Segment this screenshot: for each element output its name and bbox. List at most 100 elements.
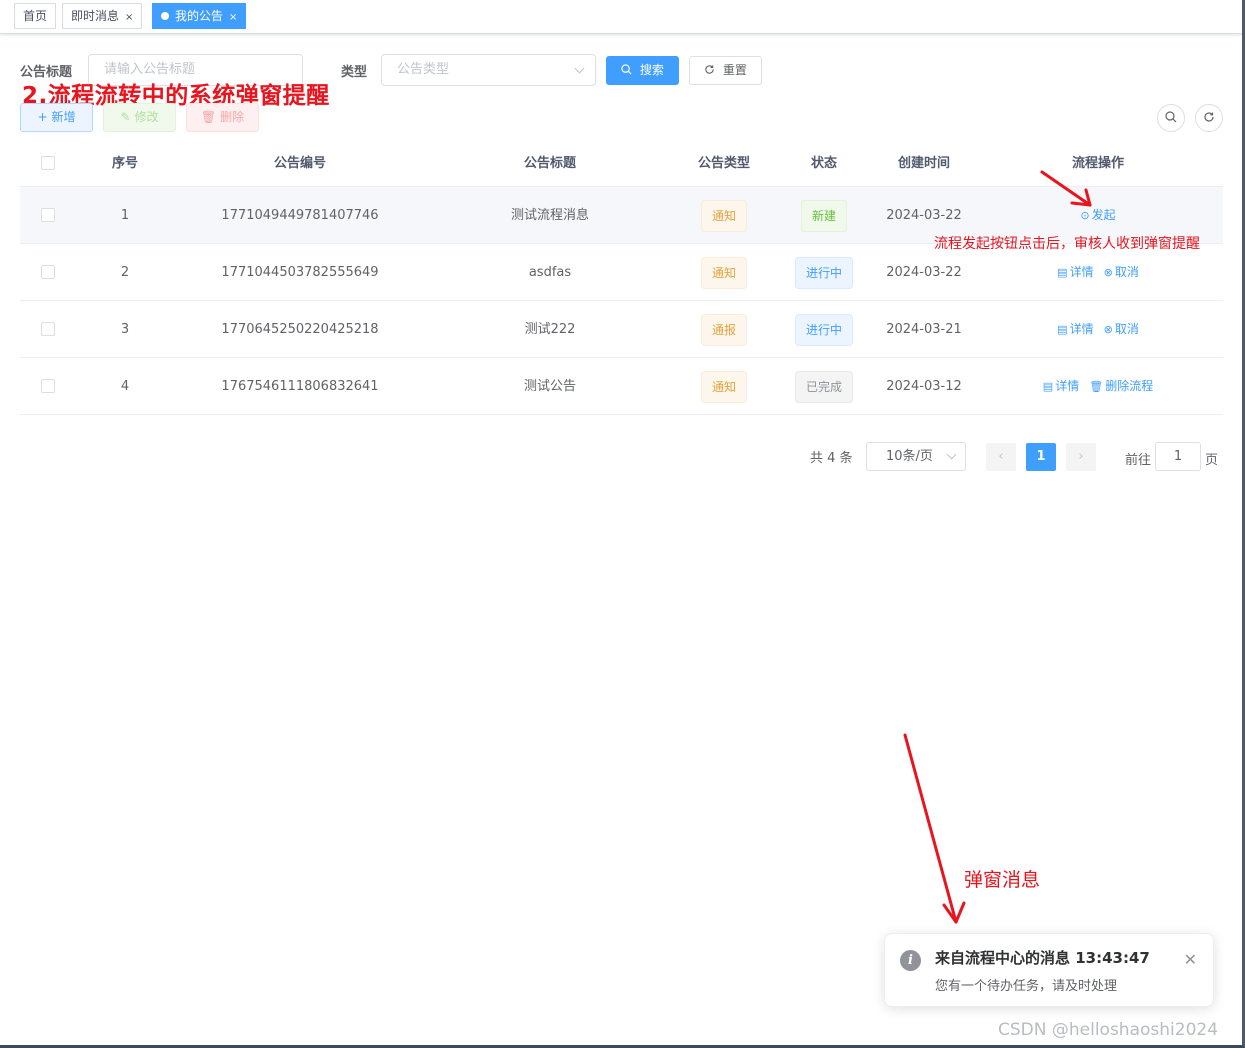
type-tag: 通知 (700, 199, 747, 232)
op-label: 详情 (1069, 322, 1094, 336)
delete-button[interactable]: 🗑 删除 (186, 103, 259, 132)
col-id: 公告编号 (273, 156, 326, 171)
search-icon (1165, 111, 1177, 125)
chevron-down-icon (946, 449, 957, 460)
status-badge: 进行中 (794, 313, 853, 346)
chevron-down-icon (574, 63, 585, 74)
search-button[interactable]: 搜索 (606, 56, 679, 85)
select-all-checkbox[interactable] (41, 156, 55, 170)
status-badge: 已完成 (794, 370, 853, 403)
notification-popup: i 来自流程中心的消息 13:43:47 您有一个待办任务，请及时处理 ✕ (884, 933, 1214, 1007)
page-size-select[interactable]: 10条/页 (866, 442, 966, 471)
prev-page-button[interactable]: ‹ (986, 443, 1016, 471)
play-circle-icon: ⊙ (1080, 209, 1090, 222)
cell-title: 测试流程消息 (510, 208, 589, 223)
notification-message: 您有一个待办任务，请及时处理 (935, 979, 1118, 994)
op-label: 详情 (1055, 379, 1080, 393)
row-checkbox[interactable] (41, 208, 55, 222)
col-created: 创建时间 (897, 156, 950, 171)
tag-label: 首页 (23, 9, 48, 23)
toggle-search-button[interactable] (1157, 104, 1185, 132)
cancel-link[interactable]: ⊗ 取消 (1104, 322, 1139, 336)
table-row: 3 1770645250220425218 测试222 通报 进行中 2024-… (20, 301, 1223, 358)
cell-created: 2024-03-12 (886, 379, 962, 394)
type-tag: 通知 (700, 370, 747, 403)
delete-flow-link[interactable]: 🗑 删除流程 (1089, 379, 1153, 393)
cell-index: 4 (120, 379, 130, 394)
cancel-circle-icon: ⊗ (1103, 323, 1113, 336)
op-label: 删除流程 (1105, 379, 1154, 393)
type-tag: 通报 (700, 313, 747, 346)
goto-page-input[interactable]: 1 (1155, 442, 1201, 471)
search-icon (621, 63, 636, 77)
page-number[interactable]: 1 (1026, 443, 1056, 471)
page: 首页 即时消息 × 我的公告 × 公告标题 请输入公告标题 类型 公告类型 搜索 重… (0, 0, 1245, 1048)
cell-type: 通知 (674, 358, 774, 415)
cell-actions: ▤ 详情 🗑 删除流程 (998, 358, 1198, 415)
announcement-table: 序号 公告编号 公告标题 公告类型 状态 创建时间 流程操作 1 1771049… (20, 140, 1223, 415)
reset-button[interactable]: 重置 (689, 56, 762, 85)
tag-instant-messages[interactable]: 即时消息 × (62, 3, 143, 30)
tag-my-announcements[interactable]: 我的公告 × (152, 3, 247, 30)
cell-index: 3 (120, 322, 130, 337)
cell-actions: ▤ 详情 ⊗ 取消 (998, 301, 1198, 358)
add-button-label: 新增 (51, 110, 76, 124)
arrow-to-notification (903, 733, 966, 924)
annotation-popup-note: 弹窗消息 (964, 869, 1041, 891)
cell-title: 测试公告 (523, 379, 576, 394)
page-size-value: 10条/页 (886, 449, 933, 464)
trash-icon: 🗑 (1089, 380, 1104, 393)
col-type: 公告类型 (697, 156, 750, 171)
detail-link[interactable]: ▤ 详情 (1057, 265, 1093, 279)
detail-link[interactable]: ▤ 详情 (1057, 322, 1093, 336)
document-icon: ▤ (1057, 266, 1068, 279)
cell-index: 1 (120, 208, 130, 223)
cell-id: 1771044503782555649 (221, 265, 379, 280)
active-dot-icon (161, 12, 169, 20)
op-label: 取消 (1114, 265, 1139, 279)
trash-icon: 🗑 (200, 110, 217, 124)
type-select[interactable]: 公告类型 (381, 54, 596, 86)
close-icon[interactable]: × (229, 6, 237, 30)
edit-button[interactable]: ✎ 修改 (103, 103, 176, 132)
refresh-icon (704, 63, 719, 77)
tag-home[interactable]: 首页 (14, 3, 57, 29)
document-icon: ▤ (1042, 380, 1054, 393)
tag-label: 我的公告 (175, 9, 224, 23)
tag-label: 即时消息 (71, 9, 120, 23)
next-page-button[interactable]: › (1066, 443, 1096, 471)
close-icon[interactable]: ✕ (1184, 950, 1197, 969)
cell-index: 2 (120, 265, 130, 280)
cell-type: 通知 (674, 244, 774, 301)
add-button[interactable]: + 新增 (20, 103, 93, 132)
type-field-label: 类型 (341, 65, 368, 80)
detail-link[interactable]: ▤ 详情 (1043, 379, 1079, 393)
close-icon[interactable]: × (125, 6, 133, 30)
table-row: 4 1767546111806832641 测试公告 通知 已完成 2024-0… (20, 358, 1223, 415)
cell-id: 1767546111806832641 (221, 379, 379, 394)
col-index: 序号 (111, 156, 138, 171)
op-label: 发起 (1091, 208, 1116, 222)
col-status: 状态 (810, 156, 837, 171)
search-button-label: 搜索 (639, 63, 664, 77)
cancel-link[interactable]: ⊗ 取消 (1104, 265, 1139, 279)
delete-button-label: 删除 (220, 110, 245, 124)
start-flow-link[interactable]: ⊙ 发起 (1080, 208, 1115, 222)
chevron-right-icon: › (1078, 449, 1084, 464)
pagination-total: 共 4 条 (810, 451, 853, 466)
table-header: 序号 公告编号 公告标题 公告类型 状态 创建时间 流程操作 (20, 140, 1223, 187)
goto-label: 前往 (1125, 453, 1152, 468)
cancel-circle-icon: ⊗ (1103, 266, 1113, 279)
notification-title: 来自流程中心的消息 13:43:47 (935, 949, 1150, 967)
refresh-icon (1203, 111, 1215, 125)
cell-created: 2024-03-21 (886, 322, 962, 337)
row-checkbox[interactable] (41, 265, 55, 279)
row-checkbox[interactable] (41, 322, 55, 336)
row-checkbox[interactable] (41, 379, 55, 393)
status-badge: 进行中 (794, 256, 853, 289)
cell-status: 新建 (774, 187, 874, 244)
col-actions: 流程操作 (1071, 156, 1124, 171)
refresh-table-button[interactable] (1195, 104, 1223, 132)
cell-id: 1770645250220425218 (221, 322, 379, 337)
edit-icon: ✎ (120, 110, 131, 124)
